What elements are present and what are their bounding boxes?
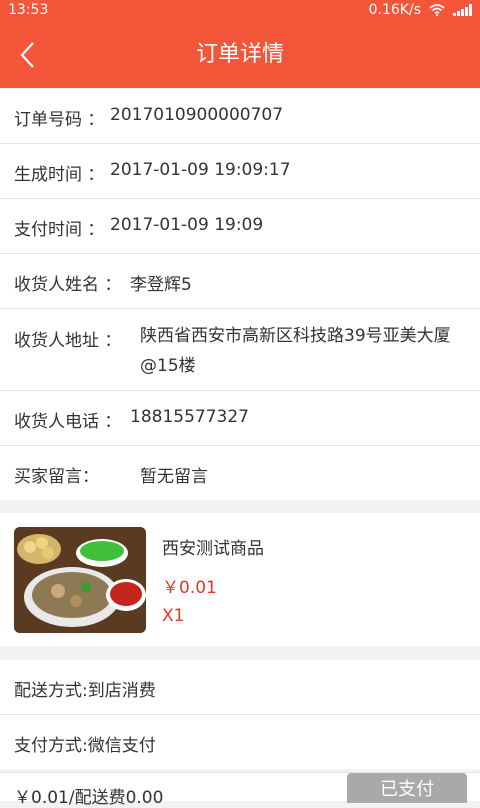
- network-speed: 0.16K/s: [368, 2, 421, 18]
- buyer-message-value: 暂无留言: [140, 467, 208, 487]
- signal-icon: [453, 4, 472, 16]
- delivery-method-row: 配送方式:到店消费: [0, 660, 480, 715]
- product-image[interactable]: [14, 527, 146, 633]
- bottom-bar: ￥0.01/配送费0.00 已支付: [0, 772, 480, 808]
- page-title: 订单详情: [195, 42, 284, 67]
- order-number-row: 订单号码 ： 2017010900000707: [0, 89, 480, 144]
- receiver-name-value: 李登辉5: [130, 275, 192, 295]
- created-time-value: 2017-01-09 19:09:17: [110, 160, 291, 180]
- paid-time-row: 支付时间 ： 2017-01-09 19:09: [0, 199, 480, 254]
- status-bar: 13:53 0.16K/s: [0, 0, 480, 22]
- paid-time-label: 支付时间 ：: [14, 220, 105, 240]
- status-time: 13:53: [8, 2, 49, 18]
- receiver-name-row: 收货人姓名 ： 李登辉5: [0, 254, 480, 309]
- paid-time-value: 2017-01-09 19:09: [110, 215, 264, 235]
- buyer-message-row: 买家留言： 暂无留言: [0, 446, 480, 500]
- order-info-section: 订单号码 ： 2017010900000707 生成时间 ： 2017-01-0…: [0, 89, 480, 500]
- order-total: ￥0.01/配送费0.00: [14, 788, 164, 808]
- payment-method-row: 支付方式:微信支付: [0, 715, 480, 769]
- delivery-section: 配送方式:到店消费 支付方式:微信支付: [0, 660, 480, 769]
- app-bar: 订单详情: [0, 22, 480, 88]
- receiver-address-row: 收货人地址 ： 陕西省西安市高新区科技路39号亚美大厦@15楼: [0, 309, 480, 391]
- buyer-message-label: 买家留言：: [14, 467, 99, 487]
- receiver-name-label: 收货人姓名 ：: [14, 275, 122, 295]
- created-time-label: 生成时间 ：: [14, 165, 105, 185]
- created-time-row: 生成时间 ： 2017-01-09 19:09:17: [0, 144, 480, 199]
- delivery-method: 配送方式:到店消费: [14, 681, 156, 701]
- paid-status-button[interactable]: 已支付: [347, 773, 467, 803]
- product-price: ￥0.01: [162, 578, 217, 598]
- payment-method: 支付方式:微信支付: [14, 736, 156, 756]
- receiver-phone-row: 收货人电话 ： 18815577327: [0, 391, 480, 446]
- product-name: 西安测试商品: [162, 539, 264, 559]
- wifi-icon: [429, 4, 445, 16]
- order-number-label: 订单号码 ：: [14, 110, 105, 130]
- receiver-address-value: 陕西省西安市高新区科技路39号亚美大厦@15楼: [140, 326, 451, 376]
- receiver-address-label: 收货人地址 ：: [14, 331, 122, 351]
- product-quantity: X1: [162, 606, 185, 626]
- receiver-phone-value: 18815577327: [130, 407, 249, 427]
- receiver-phone-label: 收货人电话 ：: [14, 412, 122, 432]
- order-number-value: 2017010900000707: [110, 105, 284, 125]
- product-item[interactable]: [0, 513, 480, 646]
- food-image-icon: [14, 527, 146, 633]
